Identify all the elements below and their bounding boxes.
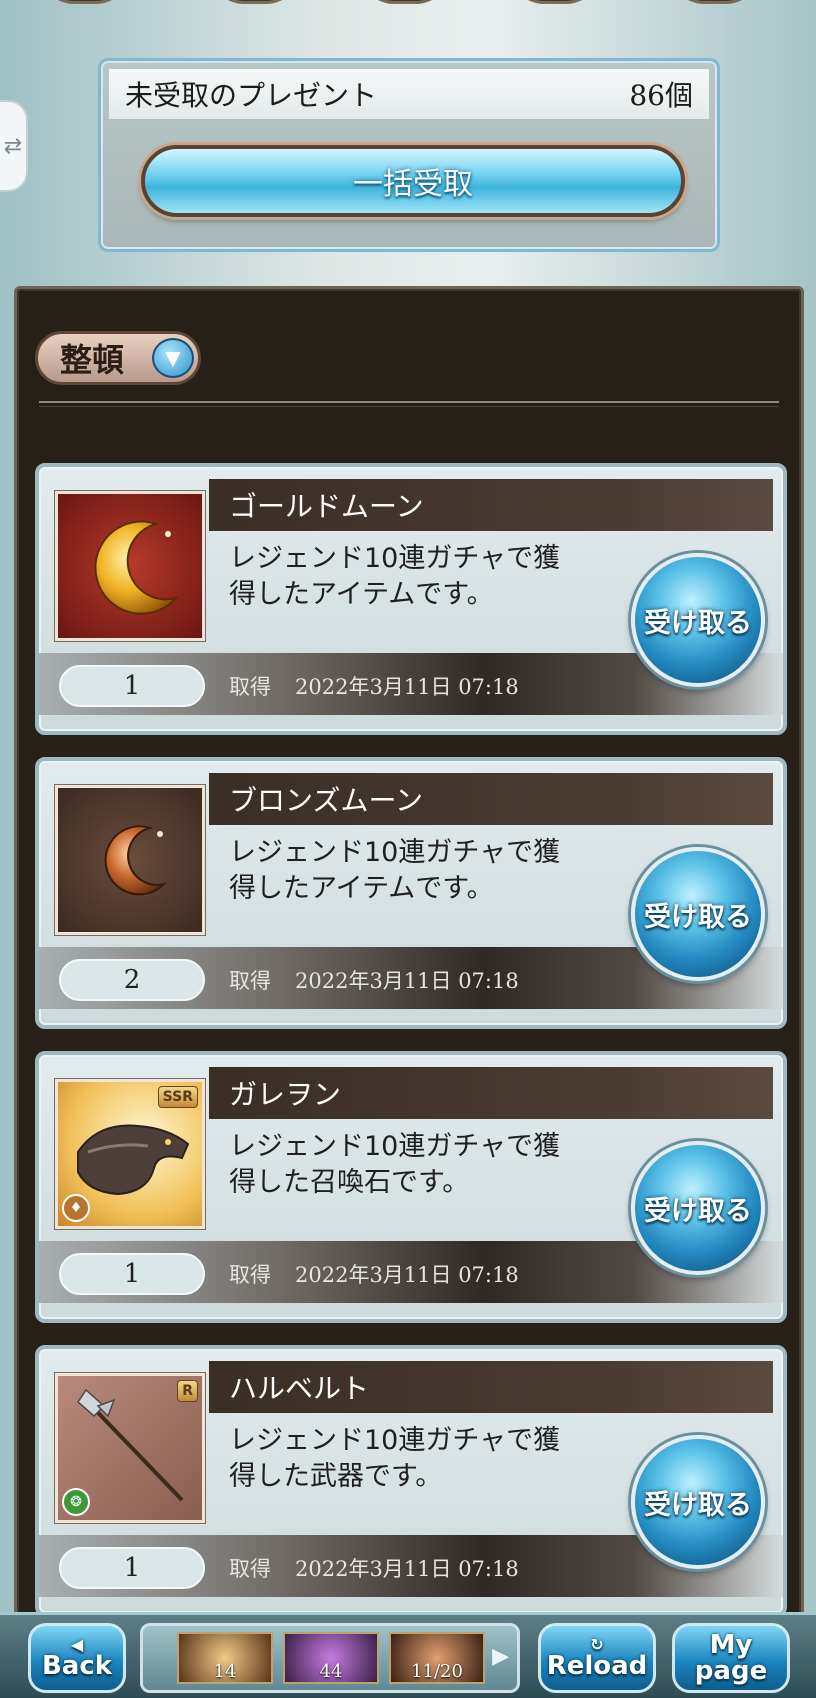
mypage-label: My [709, 1630, 753, 1660]
acquired-date: 2022年3月11日 07:18 [295, 675, 519, 699]
back-label: Back [41, 1651, 113, 1681]
gold-moon-icon [55, 491, 205, 641]
item-acquired-date: 取得 2022年3月11日 07:18 [229, 665, 519, 707]
bronze-moon-icon [55, 785, 205, 935]
item-description: レジェンド10連ガチャで獲 得したアイテムです。 [229, 541, 609, 613]
summary-title: 未受取のプレゼント [125, 79, 378, 112]
dragon-icon: SSR ♦ [55, 1079, 205, 1229]
divider [39, 401, 779, 407]
side-menu-tab[interactable]: ⇄ [0, 100, 28, 192]
item-name: ブロンズムーン [209, 773, 773, 825]
rarity-badge: R [177, 1380, 198, 1402]
item-description: レジェンド10連ガチャで獲 得した召喚石です。 [229, 1129, 609, 1201]
rarity-badge: SSR [157, 1086, 198, 1108]
item-description: レジェンド10連ガチャで獲 得したアイテムです。 [229, 835, 609, 907]
item-description: レジェンド10連ガチャで獲 得した武器です。 [229, 1423, 609, 1495]
status-slot[interactable]: 44 [283, 1632, 379, 1684]
receive-button[interactable]: 受け取る [631, 1141, 765, 1275]
item-description-line: 得した武器です。 [229, 1461, 443, 1492]
receive-button[interactable]: 受け取る [631, 553, 765, 687]
acquired-label: 取得 [229, 1263, 271, 1287]
back-button[interactable]: ◀ Back [28, 1623, 126, 1693]
top-menu-circle[interactable] [510, 0, 600, 4]
present-list-panel: 整頓 ▼ ゴールドムーン レジェンド10連ガチャで獲 得したアイテムです。 1 … [14, 286, 804, 1626]
item-name: ガレヲン [209, 1067, 773, 1119]
mypage-label: page [694, 1656, 768, 1686]
item-name: ハルベルト [209, 1361, 773, 1413]
receive-button[interactable]: 受け取る [631, 847, 765, 981]
item-quantity: 1 [59, 665, 205, 707]
element-icon: ❂ [62, 1488, 90, 1516]
item-description-line: 得したアイテムです。 [229, 873, 494, 904]
present-item-card: SSR ♦ ガレヲン レジェンド10連ガチャで獲 得した召喚石です。 1 取得 … [35, 1051, 787, 1323]
item-description-line: レジェンド10連ガチャで獲 [229, 543, 561, 574]
present-item-card: R ❂ ハルベルト レジェンド10連ガチャで獲 得した武器です。 1 取得 20… [35, 1345, 787, 1617]
item-description-line: 得したアイテムです。 [229, 579, 494, 610]
item-quantity: 1 [59, 1547, 205, 1589]
top-menu-circles [0, 0, 816, 10]
quick-status-bar[interactable]: 14 44 11/20 ▶ [140, 1623, 520, 1693]
item-description-line: レジェンド10連ガチャで獲 [229, 1425, 561, 1456]
acquired-date: 2022年3月11日 07:18 [295, 1557, 519, 1581]
item-name: ゴールドムーン [209, 479, 773, 531]
present-item-card: ゴールドムーン レジェンド10連ガチャで獲 得したアイテムです。 1 取得 20… [35, 463, 787, 735]
item-description-line: 得した召喚石です。 [229, 1167, 470, 1198]
status-slot[interactable]: 11/20 [389, 1632, 485, 1684]
reload-button[interactable]: ↻ Reload [538, 1623, 656, 1693]
sort-label: 整頓 [60, 341, 125, 379]
acquired-label: 取得 [229, 675, 271, 699]
receive-button[interactable]: 受け取る [631, 1435, 765, 1569]
item-quantity: 2 [59, 959, 205, 1001]
status-slot[interactable]: 14 [177, 1632, 273, 1684]
reload-label: Reload [546, 1651, 648, 1681]
chevron-right-icon[interactable]: ▶ [492, 1644, 509, 1669]
item-acquired-date: 取得 2022年3月11日 07:18 [229, 959, 519, 1001]
item-description-line: レジェンド10連ガチャで獲 [229, 837, 561, 868]
acquired-label: 取得 [229, 1557, 271, 1581]
item-quantity: 1 [59, 1253, 205, 1295]
item-acquired-date: 取得 2022年3月11日 07:18 [229, 1547, 519, 1589]
bottom-navigation: ◀ Back 14 44 11/20 ▶ ↻ Reload My page [0, 1612, 816, 1698]
present-summary: 未受取のプレゼント 86個 一括受取 [98, 58, 720, 252]
mypage-button[interactable]: My page [672, 1623, 790, 1693]
item-description-line: レジェンド10連ガチャで獲 [229, 1131, 561, 1162]
summary-header: 未受取のプレゼント 86個 [109, 69, 709, 119]
top-menu-circle[interactable] [360, 0, 450, 4]
top-menu-circle[interactable] [40, 0, 130, 4]
top-menu-circle[interactable] [210, 0, 300, 4]
summary-count: 86個 [629, 79, 693, 112]
halberd-icon: R ❂ [55, 1373, 205, 1523]
element-icon: ♦ [62, 1194, 90, 1222]
swap-arrows-icon: ⇄ [3, 133, 23, 159]
item-acquired-date: 取得 2022年3月11日 07:18 [229, 1253, 519, 1295]
acquired-date: 2022年3月11日 07:18 [295, 1263, 519, 1287]
top-menu-circle[interactable] [670, 0, 760, 4]
acquired-date: 2022年3月11日 07:18 [295, 969, 519, 993]
bulk-receive-button[interactable]: 一括受取 [141, 145, 685, 217]
sort-button[interactable]: 整頓 ▼ [35, 331, 201, 385]
chevron-down-icon: ▼ [152, 338, 194, 378]
present-item-card: ブロンズムーン レジェンド10連ガチャで獲 得したアイテムです。 2 取得 20… [35, 757, 787, 1029]
acquired-label: 取得 [229, 969, 271, 993]
